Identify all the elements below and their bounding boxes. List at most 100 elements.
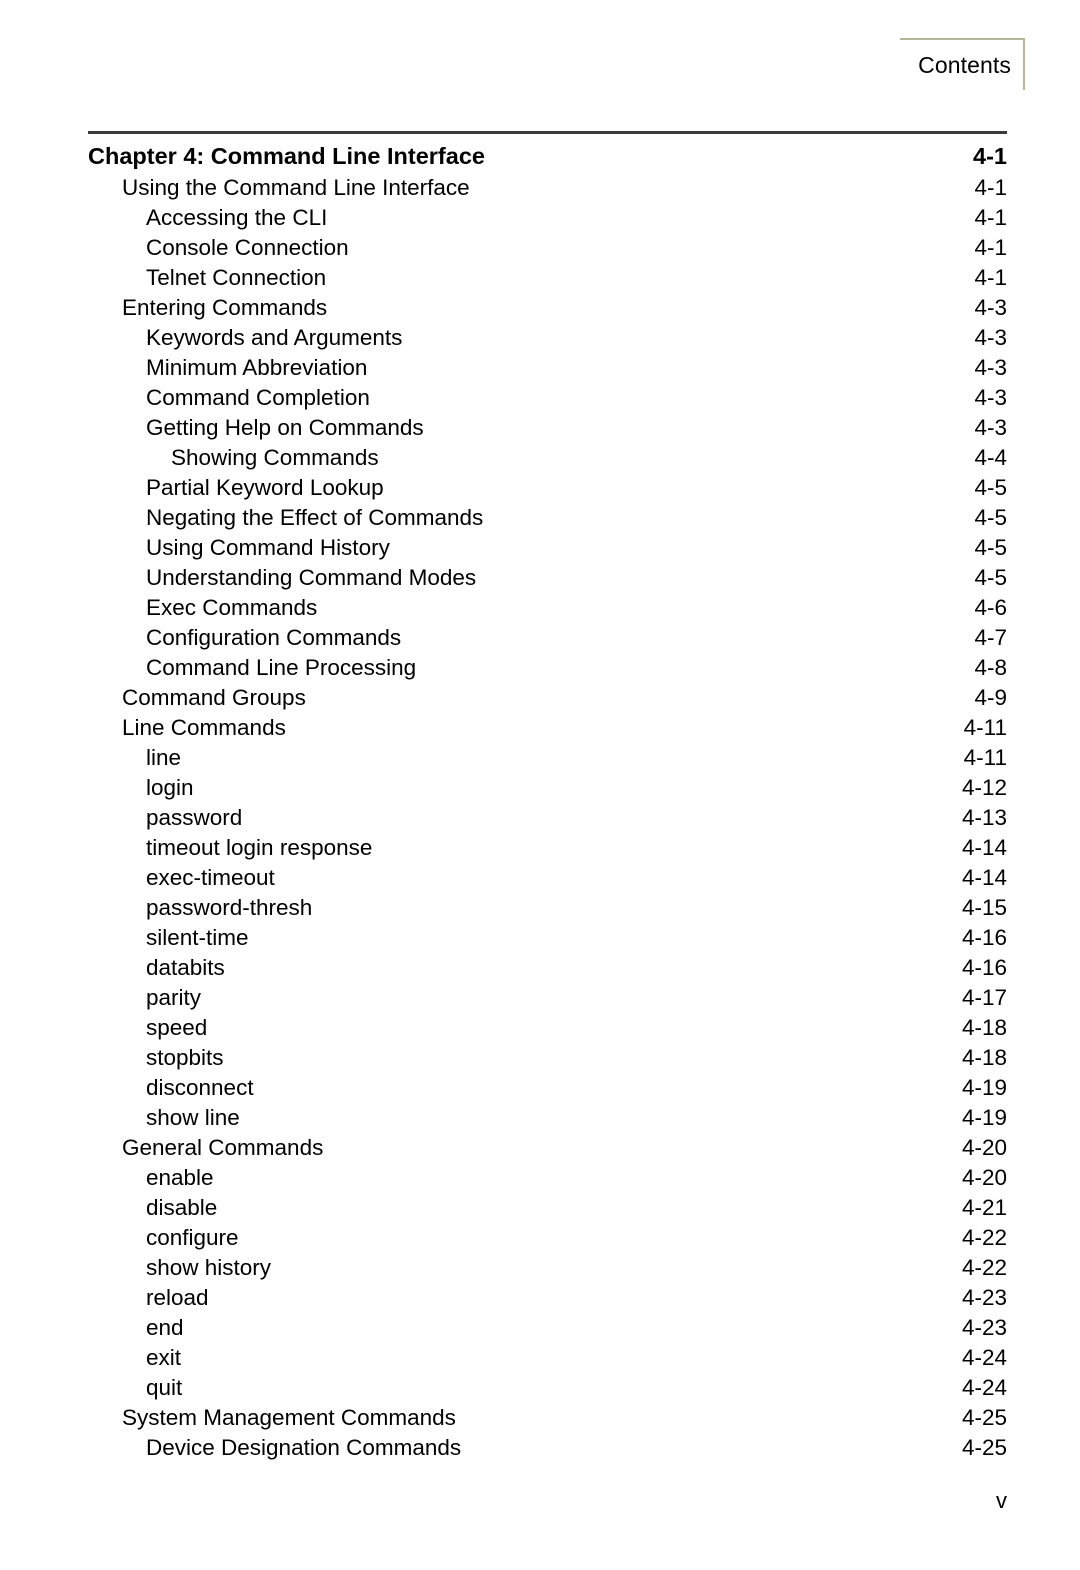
toc-entry-row[interactable]: Configuration Commands 4-7 xyxy=(88,623,1007,653)
toc-entry-title: Using the Command Line Interface xyxy=(122,175,470,200)
toc-entry-page-number: 4-11 xyxy=(963,715,1007,740)
toc-entry-page-number: 4-23 xyxy=(961,1285,1007,1310)
toc-entry-title: Accessing the CLI xyxy=(146,205,328,230)
toc-entry-page-number: 4-6 xyxy=(974,595,1007,620)
toc-entry-page-number: 4-5 xyxy=(974,475,1007,500)
toc-entry-row[interactable]: parity 4-17 xyxy=(88,983,1007,1013)
toc-entry-page-number: 4-4 xyxy=(974,445,1007,470)
toc-entry-row[interactable]: exit 4-24 xyxy=(88,1343,1007,1373)
toc-entry-row[interactable]: Command Groups 4-9 xyxy=(88,683,1007,713)
toc-entry-page-number: 4-3 xyxy=(974,415,1007,440)
toc-entry-page-number: 4-22 xyxy=(961,1255,1007,1280)
toc-entry-row[interactable]: end 4-23 xyxy=(88,1313,1007,1343)
toc-entry-page-number: 4-17 xyxy=(961,985,1007,1010)
toc-entry-title: Keywords and Arguments xyxy=(146,325,403,350)
toc-entry-title: quit xyxy=(146,1375,183,1400)
toc-entry-row[interactable]: Getting Help on Commands 4-3 xyxy=(88,413,1007,443)
toc-entry-title: disconnect xyxy=(146,1075,254,1100)
toc-entry-row[interactable]: Understanding Command Modes 4-5 xyxy=(88,563,1007,593)
toc-entry-row[interactable]: speed 4-18 xyxy=(88,1013,1007,1043)
toc-entry-title: Device Designation Commands xyxy=(146,1435,462,1460)
toc-entry-row[interactable]: Minimum Abbreviation 4-3 xyxy=(88,353,1007,383)
toc-entry-row[interactable]: Negating the Effect of Commands 4-5 xyxy=(88,503,1007,533)
toc-entry-row[interactable]: login 4-12 xyxy=(88,773,1007,803)
toc-entry-row[interactable]: Device Designation Commands 4-25 xyxy=(88,1433,1007,1463)
running-header-label: Contents xyxy=(918,51,1011,78)
toc-entry-row[interactable]: Using the Command Line Interface 4-1 xyxy=(88,173,1007,203)
toc-entry-row[interactable]: databits 4-16 xyxy=(88,953,1007,983)
toc-entry-page-number: 4-24 xyxy=(961,1345,1007,1370)
toc-entry-title: exec-timeout xyxy=(146,865,275,890)
toc-entry-row[interactable]: disable 4-21 xyxy=(88,1193,1007,1223)
toc-entry-row[interactable]: Accessing the CLI 4-1 xyxy=(88,203,1007,233)
toc-entry-title: General Commands xyxy=(122,1135,324,1160)
toc-entry-title: Chapter 4: Command Line Interface xyxy=(88,143,485,169)
toc-entry-title: Exec Commands xyxy=(146,595,318,620)
toc-entry-title: password-thresh xyxy=(146,895,313,920)
running-header-tab: Contents xyxy=(900,38,1025,90)
toc-entry-page-number: 4-7 xyxy=(974,625,1007,650)
header-divider-rule xyxy=(88,131,1007,134)
toc-entry-page-number: 4-1 xyxy=(973,143,1007,169)
toc-entry-row[interactable]: disconnect 4-19 xyxy=(88,1073,1007,1103)
toc-entry-row[interactable]: configure 4-22 xyxy=(88,1223,1007,1253)
toc-entry-row[interactable]: show history 4-22 xyxy=(88,1253,1007,1283)
toc-entry-row[interactable]: General Commands 4-20 xyxy=(88,1133,1007,1163)
toc-entry-title: Understanding Command Modes xyxy=(146,565,477,590)
toc-entry-title: Command Line Processing xyxy=(146,655,417,680)
toc-entry-title: Using Command History xyxy=(146,535,390,560)
toc-entry-row[interactable]: exec-timeout 4-14 xyxy=(88,863,1007,893)
toc-entry-page-number: 4-5 xyxy=(974,535,1007,560)
toc-entry-page-number: 4-14 xyxy=(961,865,1007,890)
toc-entry-row[interactable]: timeout login response 4-14 xyxy=(88,833,1007,863)
toc-entry-row[interactable]: password-thresh 4-15 xyxy=(88,893,1007,923)
toc-entry-row[interactable]: enable 4-20 xyxy=(88,1163,1007,1193)
toc-entry-page-number: 4-12 xyxy=(961,775,1007,800)
toc-entry-row[interactable]: Telnet Connection 4-1 xyxy=(88,263,1007,293)
toc-entry-row[interactable]: Command Completion 4-3 xyxy=(88,383,1007,413)
toc-entry-row[interactable]: show line 4-19 xyxy=(88,1103,1007,1133)
toc-entry-title: Getting Help on Commands xyxy=(146,415,424,440)
toc-entry-page-number: 4-16 xyxy=(961,955,1007,980)
toc-entry-row[interactable]: line 4-11 xyxy=(88,743,1007,773)
toc-entry-title: exit xyxy=(146,1345,182,1370)
toc-entry-title: parity xyxy=(146,985,202,1010)
toc-entry-title: speed xyxy=(146,1015,208,1040)
toc-entry-page-number: 4-14 xyxy=(961,835,1007,860)
toc-entry-row[interactable]: Showing Commands 4-4 xyxy=(88,443,1007,473)
toc-entry-page-number: 4-20 xyxy=(961,1165,1007,1190)
toc-entry-row[interactable]: Keywords and Arguments 4-3 xyxy=(88,323,1007,353)
toc-entry-row[interactable]: Console Connection 4-1 xyxy=(88,233,1007,263)
toc-entry-row[interactable]: Partial Keyword Lookup 4-5 xyxy=(88,473,1007,503)
toc-entry-page-number: 4-8 xyxy=(974,655,1007,680)
toc-entry-title: reload xyxy=(146,1285,209,1310)
toc-entry-title: show history xyxy=(146,1255,272,1280)
toc-entry-title: Partial Keyword Lookup xyxy=(146,475,384,500)
toc-entry-page-number: 4-1 xyxy=(974,235,1007,260)
toc-entry-page-number: 4-3 xyxy=(974,385,1007,410)
toc-chapter-row[interactable]: Chapter 4: Command Line Interface 4-1 xyxy=(88,139,1007,173)
toc-entry-row[interactable]: reload 4-23 xyxy=(88,1283,1007,1313)
toc-entry-page-number: 4-18 xyxy=(961,1015,1007,1040)
toc-entry-row[interactable]: Using Command History 4-5 xyxy=(88,533,1007,563)
toc-entry-row[interactable]: Entering Commands 4-3 xyxy=(88,293,1007,323)
toc-entry-page-number: 4-25 xyxy=(961,1435,1007,1460)
toc-entry-row[interactable]: stopbits 4-18 xyxy=(88,1043,1007,1073)
toc-entry-title: Minimum Abbreviation xyxy=(146,355,368,380)
toc-entry-row[interactable]: silent-time 4-16 xyxy=(88,923,1007,953)
toc-entry-row[interactable]: password 4-13 xyxy=(88,803,1007,833)
toc-entry-row[interactable]: System Management Commands 4-25 xyxy=(88,1403,1007,1433)
toc-entry-row[interactable]: Exec Commands 4-6 xyxy=(88,593,1007,623)
toc-entry-page-number: 4-15 xyxy=(961,895,1007,920)
toc-entry-row[interactable]: quit 4-24 xyxy=(88,1373,1007,1403)
toc-entry-page-number: 4-13 xyxy=(961,805,1007,830)
toc-entry-page-number: 4-9 xyxy=(974,685,1007,710)
toc-entry-page-number: 4-5 xyxy=(974,565,1007,590)
toc-entry-page-number: 4-3 xyxy=(974,325,1007,350)
toc-entry-title: Command Groups xyxy=(122,685,306,710)
toc-entry-row[interactable]: Line Commands 4-11 xyxy=(88,713,1007,743)
toc-entry-row[interactable]: Command Line Processing 4-8 xyxy=(88,653,1007,683)
toc-entry-title: enable xyxy=(146,1165,214,1190)
toc-entry-page-number: 4-11 xyxy=(963,745,1007,770)
toc-entry-title: end xyxy=(146,1315,184,1340)
